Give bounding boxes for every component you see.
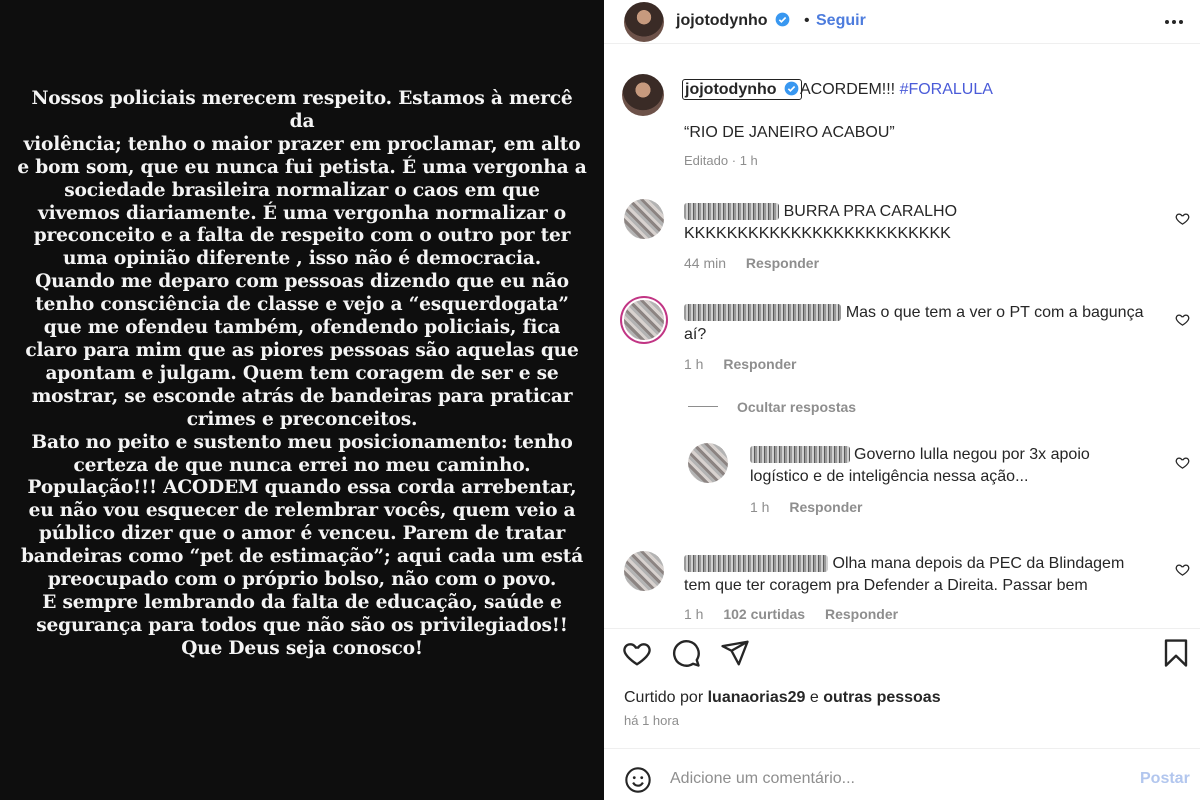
comment-text-line2: logístico e de inteligência nessa ação..… [750, 468, 1029, 485]
comment-text-line2: KKKKKKKKKKKKKKKKKKKKKKKKK [684, 225, 951, 242]
post-panel: jojotodynho • Seguir jojotodynho ACORDEM… [604, 0, 1200, 800]
verified-badge-icon [784, 81, 799, 96]
comment-icon[interactable] [671, 638, 701, 668]
comment-like-heart-icon[interactable] [1175, 455, 1190, 470]
comment-text: Olha mana depois da PEC da Blindagem [832, 555, 1125, 572]
commenter-username[interactable]: nelsombraga [750, 446, 850, 463]
comment-text: BURRA PRA CARALHO [783, 203, 958, 220]
post-comment-button[interactable]: Postar [1140, 770, 1190, 788]
header-dot: • [804, 12, 810, 29]
story-image: Nossos policiais merecem respeito. Estam… [0, 0, 604, 800]
reply-button[interactable]: Responder [746, 255, 819, 271]
comment-input[interactable] [670, 764, 1110, 794]
reply-button[interactable]: Responder [789, 499, 862, 515]
caption-username[interactable]: jojotodynho [682, 79, 802, 100]
comment-text-line2: aí? [684, 326, 707, 343]
post-timestamp: há 1 hora [624, 713, 679, 728]
actions-divider [604, 628, 1200, 629]
caption-quote: “RIO DE JANEIRO ACABOU” [684, 124, 895, 141]
comment-like-heart-icon[interactable] [1175, 312, 1190, 327]
commenter-username[interactable]: dreamleader [684, 203, 780, 220]
commenter-avatar[interactable] [624, 551, 664, 591]
replies-divider [688, 406, 718, 407]
comment-item: rodrigocambuluca19 Mas o que tem a ver o… [684, 302, 1143, 346]
hide-replies-button[interactable]: Ocultar respostas [737, 399, 856, 415]
caption-meta: Editado · 1 h [684, 153, 758, 168]
hashtag-link[interactable]: #FORALULA [900, 81, 993, 98]
comment-meta: 1 h 102 curtidas Responder [684, 606, 899, 622]
commenter-avatar[interactable] [688, 443, 728, 483]
share-icon[interactable] [720, 638, 750, 668]
reply-button[interactable]: Responder [825, 606, 898, 622]
caption-text: ACORDEM!!! #FORALULA [800, 81, 993, 98]
author-username[interactable]: jojotodynho [676, 12, 790, 30]
comment-text-line2: tem que ter coragem pra Defender a Direi… [684, 577, 1088, 594]
comment-meta: 44 min Responder [684, 255, 820, 271]
reply-button[interactable]: Responder [723, 356, 796, 372]
comment-meta: 1 h Responder [684, 356, 797, 372]
commenter-username[interactable]: helenamartins1408 [684, 555, 829, 572]
caption-avatar[interactable] [622, 74, 664, 116]
bookmark-icon[interactable] [1161, 638, 1191, 668]
story-text: Nossos policiais merecem respeito. Estam… [17, 88, 587, 659]
comment-meta: 1 h Responder [750, 499, 863, 515]
comment-item: dreamleader BURRA PRA CARALHO KKKKKKKKKK… [684, 201, 957, 245]
emoji-icon[interactable] [624, 766, 652, 794]
comment-text: Mas o que tem a ver o PT com a bagunça [845, 304, 1144, 321]
comment-text: Governo lulla negou por 3x apoio [854, 446, 1090, 463]
comment-like-heart-icon[interactable] [1175, 211, 1190, 226]
commenter-username[interactable]: rodrigocambuluca19 [684, 304, 842, 321]
liked-by-others-link[interactable]: outras pessoas [823, 689, 940, 706]
liked-by-summary: Curtido por luanaorias29 e outras pessoa… [624, 689, 941, 706]
commenter-avatar[interactable] [624, 300, 664, 340]
heart-icon[interactable] [622, 638, 652, 668]
post-header: jojotodynho • Seguir [604, 0, 1200, 44]
liked-by-user-link[interactable]: luanaorias29 [708, 689, 806, 706]
commenter-avatar[interactable] [624, 199, 664, 239]
author-avatar[interactable] [624, 2, 664, 42]
comment-box-divider [604, 748, 1200, 749]
reply-item: nelsombraga Governo lulla negou por 3x a… [750, 444, 1090, 488]
comment-item: helenamartins1408 Olha mana depois da PE… [684, 553, 1124, 597]
follow-button[interactable]: Seguir [816, 12, 866, 30]
comment-like-heart-icon[interactable] [1175, 562, 1190, 577]
more-options-icon[interactable] [1162, 10, 1186, 34]
comment-likes-count[interactable]: 102 curtidas [723, 606, 805, 622]
verified-badge-icon [775, 12, 790, 27]
